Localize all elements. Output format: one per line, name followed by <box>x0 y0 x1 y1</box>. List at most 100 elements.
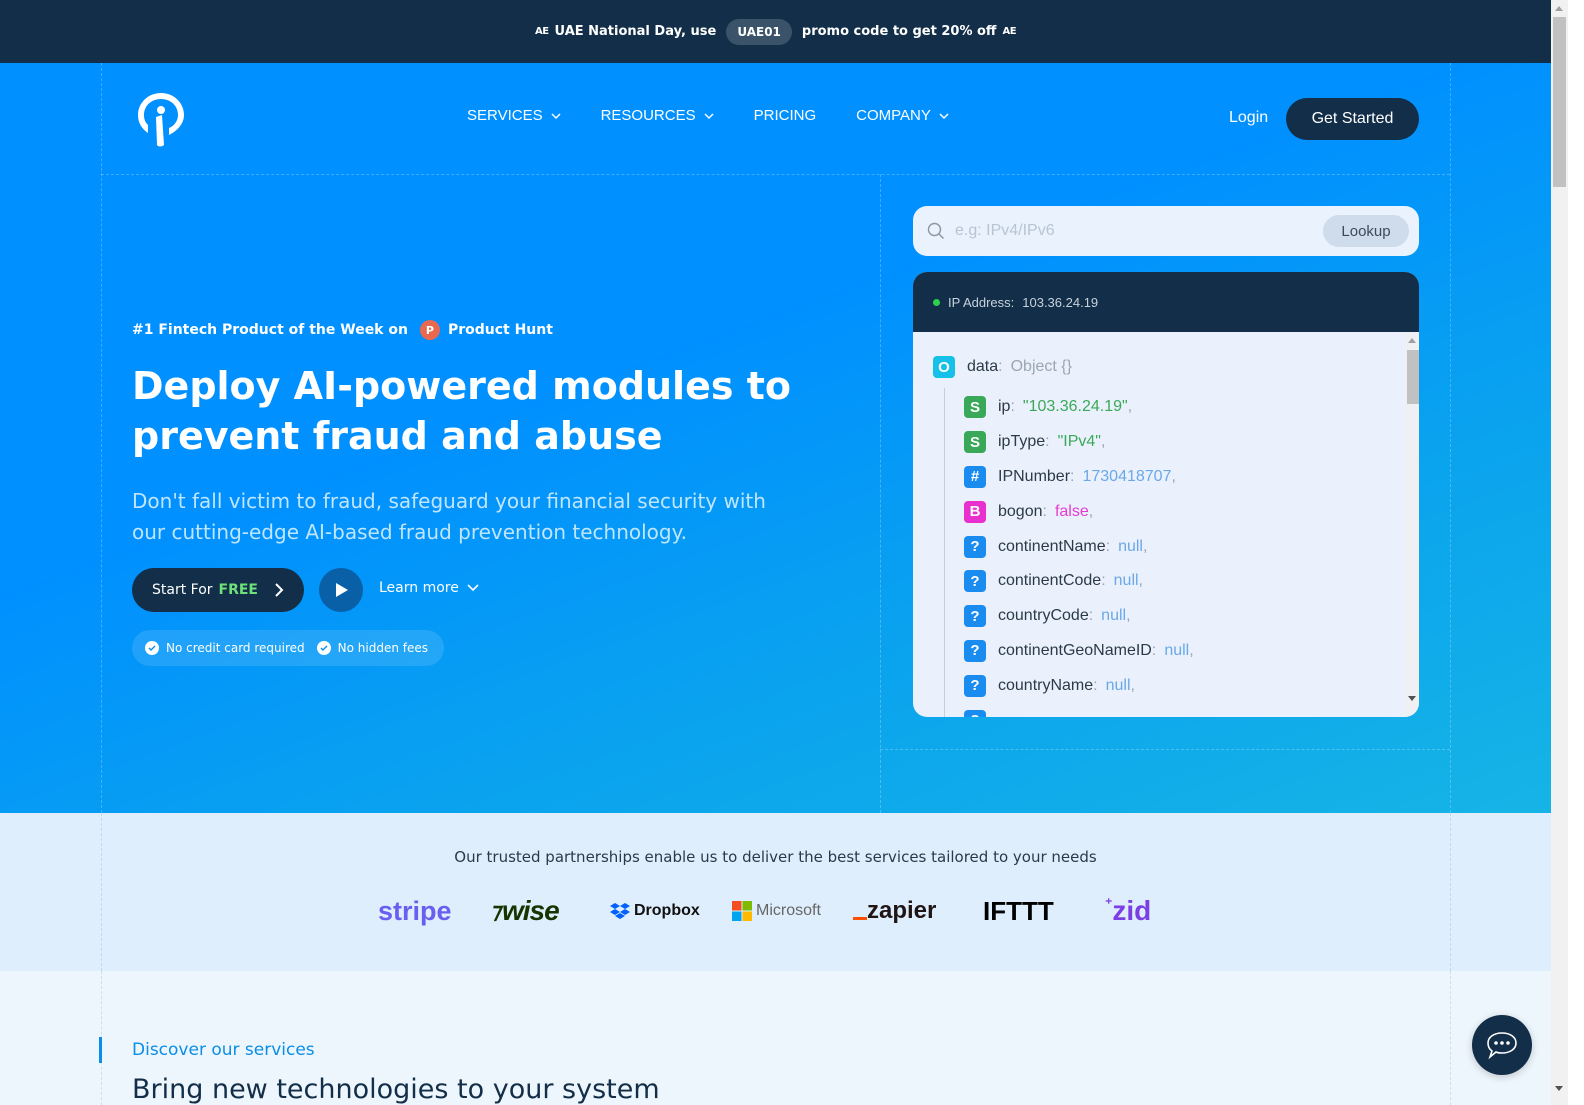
stripe-logo: stripe <box>378 895 452 926</box>
tree-value: null <box>1164 641 1190 659</box>
chat-widget-button[interactable] <box>1472 1015 1532 1075</box>
nav-resources[interactable]: RESOURCES <box>601 107 714 124</box>
chevron-down-icon <box>704 112 714 119</box>
type-num-icon: # <box>964 465 986 488</box>
lookup-button[interactable]: Lookup <box>1323 215 1409 247</box>
site-logo[interactable] <box>136 91 186 147</box>
comma: , <box>1130 676 1135 694</box>
nav-label: COMPANY <box>856 107 931 124</box>
feature-badges: No credit card required No hidden fees <box>132 630 444 666</box>
services-title: Bring new technologies to your system <box>132 1074 660 1105</box>
ip-lookup-bar: Lookup <box>913 206 1419 256</box>
page-scrollbar[interactable] <box>1551 0 1568 1105</box>
learn-more-label: Learn more <box>379 580 459 596</box>
tree-row[interactable]: ? continentCode: null, <box>964 564 1194 599</box>
badge-label: No hidden fees <box>337 641 428 655</box>
tree-row[interactable]: ? <box>964 703 1194 717</box>
badge-no-credit-card: No credit card required <box>145 641 305 655</box>
get-started-button[interactable]: Get Started <box>1286 98 1419 140</box>
grid-divider <box>880 174 881 813</box>
partners-text: Our trusted partnerships enable us to de… <box>454 848 1097 866</box>
tree-value: null <box>1118 537 1143 555</box>
nav-label: PRICING <box>753 107 817 124</box>
uae-flag-icon: AE <box>1002 26 1017 37</box>
colon: : <box>1045 433 1050 451</box>
tree-value: "IPv4" <box>1057 433 1101 451</box>
tree-key: data <box>967 358 999 375</box>
tree-row[interactable]: ? countryName: null, <box>964 668 1194 703</box>
promo-code-badge[interactable]: UAE01 <box>726 18 792 45</box>
check-circle-icon <box>316 641 331 655</box>
promo-text-before: UAE National Day, use <box>554 24 717 39</box>
scroll-thumb[interactable] <box>1407 350 1419 404</box>
tree-key: countryCode <box>998 607 1089 625</box>
tree-key: IPNumber <box>998 467 1071 485</box>
ifttt-logo: IFTTT <box>983 895 1054 926</box>
nav-label: RESOURCES <box>600 107 696 124</box>
learn-more-link[interactable]: Learn more <box>379 580 479 596</box>
partners-section: Our trusted partnerships enable us to de… <box>0 813 1551 971</box>
play-icon <box>336 583 348 597</box>
login-link[interactable]: Login <box>1229 109 1268 127</box>
json-tree[interactable]: O data: Object {} Sip: "103.36.24.19", SipT… <box>913 332 1419 717</box>
grid-divider <box>101 63 102 813</box>
tree-row[interactable]: SipType: "IPv4", <box>964 425 1194 460</box>
tree-value: null <box>1105 676 1131 694</box>
comma: , <box>1171 467 1176 485</box>
ip-search-input[interactable] <box>955 222 1315 240</box>
status-dot-icon <box>933 298 940 306</box>
tree-value: "103.36.24.19" <box>1022 398 1128 416</box>
promo-banner: AE UAE National Day, use UAE01 promo cod… <box>0 0 1551 63</box>
scroll-down-icon[interactable] <box>1408 696 1416 701</box>
ip-address-label: IP Address: <box>948 294 1015 310</box>
tree-row[interactable]: Bbogon: false, <box>964 494 1194 529</box>
comma: , <box>1088 502 1094 520</box>
chevron-right-icon <box>275 583 284 597</box>
services-section: Discover our services Bring new technolo… <box>0 971 1551 1105</box>
grid-divider <box>880 749 1450 750</box>
play-video-button[interactable] <box>319 568 363 612</box>
uae-flag-icon: AE <box>534 26 549 37</box>
nav-company[interactable]: COMPANY <box>856 107 949 124</box>
type-str-icon: S <box>964 396 986 419</box>
scroll-thumb[interactable] <box>1553 17 1566 187</box>
grid-divider <box>1450 813 1451 971</box>
award-site[interactable]: Product Hunt <box>448 322 553 338</box>
colon: : <box>1105 537 1111 555</box>
nav-services[interactable]: SERVICES <box>467 107 561 124</box>
promo-text-after: promo code to get 20% off <box>801 24 997 39</box>
search-icon <box>927 222 944 239</box>
json-scrollbar[interactable] <box>1405 332 1419 717</box>
type-bool-icon: B <box>964 500 986 523</box>
scroll-up-icon[interactable] <box>1555 6 1563 11</box>
window-edge <box>1568 0 1584 1105</box>
colon: : <box>1010 398 1015 416</box>
tree-value: 1730418707 <box>1082 467 1172 485</box>
check-circle-icon <box>145 641 159 655</box>
comma: , <box>1126 607 1131 625</box>
nav-pricing[interactable]: PRICING <box>754 107 817 124</box>
tree-row[interactable]: ? continentName: null, <box>964 529 1194 564</box>
main-nav: SERVICES RESOURCES PRICING COMPANY <box>467 107 949 124</box>
tree-root[interactable]: O data: Object {} <box>933 356 1072 378</box>
tree-row[interactable]: Sip: "103.36.24.19", <box>964 390 1194 425</box>
tree-row[interactable]: # IPNumber:1730418707, <box>964 460 1194 495</box>
start-free-button[interactable]: Start For FREE <box>132 568 304 612</box>
tree-key: bogon <box>998 502 1043 520</box>
grid-divider <box>1450 63 1451 813</box>
nav-label: SERVICES <box>467 107 543 124</box>
scroll-up-icon[interactable] <box>1408 338 1416 343</box>
tree-key: ipType <box>998 433 1046 451</box>
tree-value: false <box>1054 502 1089 520</box>
microsoft-icon <box>732 901 752 921</box>
type-str-icon: S <box>964 431 986 454</box>
tree-rows: Sip: "103.36.24.19", SipType: "IPv4", # IPNum… <box>964 390 1194 717</box>
hero-section: SERVICES RESOURCES PRICING COMPANY Login… <box>0 63 1551 813</box>
comma: , <box>1189 641 1194 659</box>
tree-row[interactable]: ? countryCode: null, <box>964 599 1194 634</box>
scroll-down-icon[interactable] <box>1555 1086 1563 1091</box>
start-free-label: FREE <box>218 582 258 598</box>
chat-bubble-icon <box>1487 1032 1517 1060</box>
grid-divider <box>101 813 102 971</box>
tree-row[interactable]: ? continentGeoNameID: null, <box>964 634 1194 669</box>
